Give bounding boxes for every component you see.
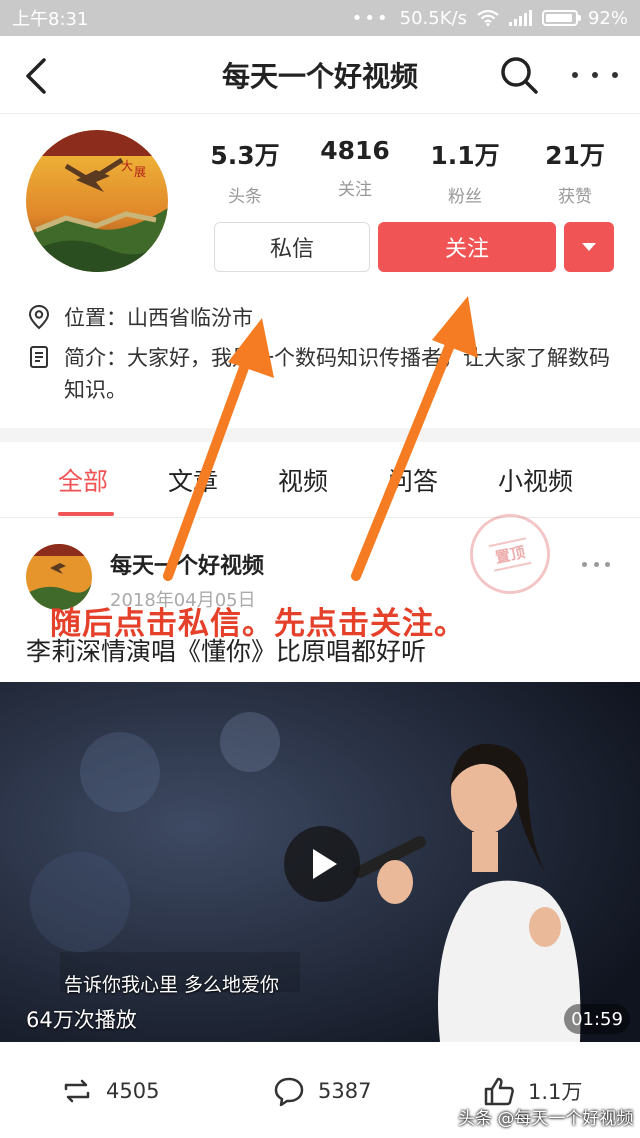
status-bar: 上午8:31 ••• 50.5K/s 92%	[0, 0, 640, 36]
profile-stats: 5.3万 头条 4816 关注 1.1万 粉丝 21万 获赞	[190, 136, 630, 207]
comment-count: 5387	[318, 1079, 372, 1103]
location-pin-icon	[28, 304, 50, 330]
message-button[interactable]: 私信	[214, 222, 370, 272]
content-tabs: 全部 文章 视频 问答 小视频	[0, 442, 640, 518]
page-title: 每天一个好视频	[221, 59, 418, 93]
video-duration: 01:59	[564, 1004, 630, 1034]
tab-articles[interactable]: 文章	[168, 462, 218, 498]
instruction-annotation: 随后点击私信。先点击关注。	[50, 606, 466, 642]
stat-value: 1.1万	[430, 141, 500, 170]
play-icon	[313, 849, 337, 879]
like-count: 1.1万	[528, 1080, 583, 1104]
document-icon	[30, 346, 48, 368]
location-row: 位置：山西省临汾市	[26, 302, 253, 332]
video-thumbnail[interactable]: 告诉你我心里 多么地爱你 64万次播放 01:59	[0, 682, 640, 1042]
stat-label: 获赞	[558, 187, 592, 207]
network-speed: 50.5K/s	[399, 7, 467, 29]
more-dots-icon[interactable]	[572, 60, 618, 90]
search-icon[interactable]	[498, 54, 540, 96]
chevron-down-icon	[582, 243, 596, 251]
tab-short-videos[interactable]: 小视频	[498, 462, 573, 498]
video-subtitle: 告诉你我心里 多么地爱你	[64, 974, 280, 996]
top-nav: 每天一个好视频	[0, 36, 640, 114]
svg-text:大: 大	[121, 159, 133, 173]
stat-label: 粉丝	[448, 187, 482, 207]
location-text: 位置：山西省临汾市	[64, 306, 253, 330]
back-arrow-icon[interactable]	[18, 56, 58, 96]
signal-icon	[508, 10, 532, 26]
recommend-dropdown-button[interactable]	[564, 222, 614, 272]
repost-button[interactable]: 4505	[60, 1074, 159, 1108]
follow-button[interactable]: 关注	[378, 222, 556, 272]
comment-button[interactable]: 5387	[272, 1074, 371, 1108]
stat-label: 头条	[228, 187, 262, 207]
svg-text:展: 展	[134, 165, 146, 179]
thumbs-up-icon	[484, 1077, 514, 1106]
wifi-icon	[477, 10, 499, 26]
notification-dots: •••	[351, 7, 390, 29]
battery-percent: 92%	[587, 7, 628, 29]
like-button[interactable]: 1.1万	[482, 1074, 582, 1108]
stat-value: 5.3万	[210, 141, 280, 170]
status-time: 上午8:31	[12, 9, 89, 30]
stat-articles[interactable]: 5.3万 头条	[190, 136, 300, 207]
stat-value: 21万	[545, 141, 605, 170]
section-divider	[0, 428, 640, 442]
battery-icon	[541, 10, 581, 26]
stat-fans[interactable]: 1.1万 粉丝	[410, 136, 520, 207]
pinned-stamp: 置顶	[462, 506, 558, 602]
watermark: 头条 @每天一个好视频	[458, 1109, 634, 1129]
repost-count: 4505	[106, 1079, 160, 1103]
post-author-name[interactable]: 每天一个好视频	[110, 548, 264, 580]
avatar[interactable]: 大 展	[26, 130, 168, 272]
play-button[interactable]	[284, 826, 360, 902]
stat-value: 4816	[320, 136, 390, 165]
stat-label: 关注	[338, 180, 372, 200]
stat-following[interactable]: 4816 关注	[300, 136, 410, 207]
tab-videos[interactable]: 视频	[278, 462, 328, 498]
bio-row: 简介：大家好，我是一个数码知识传播者，让大家了解数码知识。	[26, 342, 620, 406]
stat-likes[interactable]: 21万 获赞	[520, 136, 630, 207]
post-more-icon[interactable]	[582, 562, 610, 570]
tab-all[interactable]: 全部	[58, 462, 108, 498]
profile-page: 上午8:31 ••• 50.5K/s 92% 每天一个好视频 大 展 5.3万 …	[0, 0, 640, 1138]
tab-qa[interactable]: 问答	[388, 462, 438, 498]
active-tab-indicator	[58, 512, 114, 516]
video-play-count: 64万次播放	[26, 1008, 137, 1032]
comment-icon	[274, 1077, 304, 1107]
bio-text: 简介：大家好，我是一个数码知识传播者，让大家了解数码知识。	[64, 346, 610, 402]
pinned-label: 置顶	[488, 536, 532, 572]
repost-icon	[64, 1079, 90, 1103]
